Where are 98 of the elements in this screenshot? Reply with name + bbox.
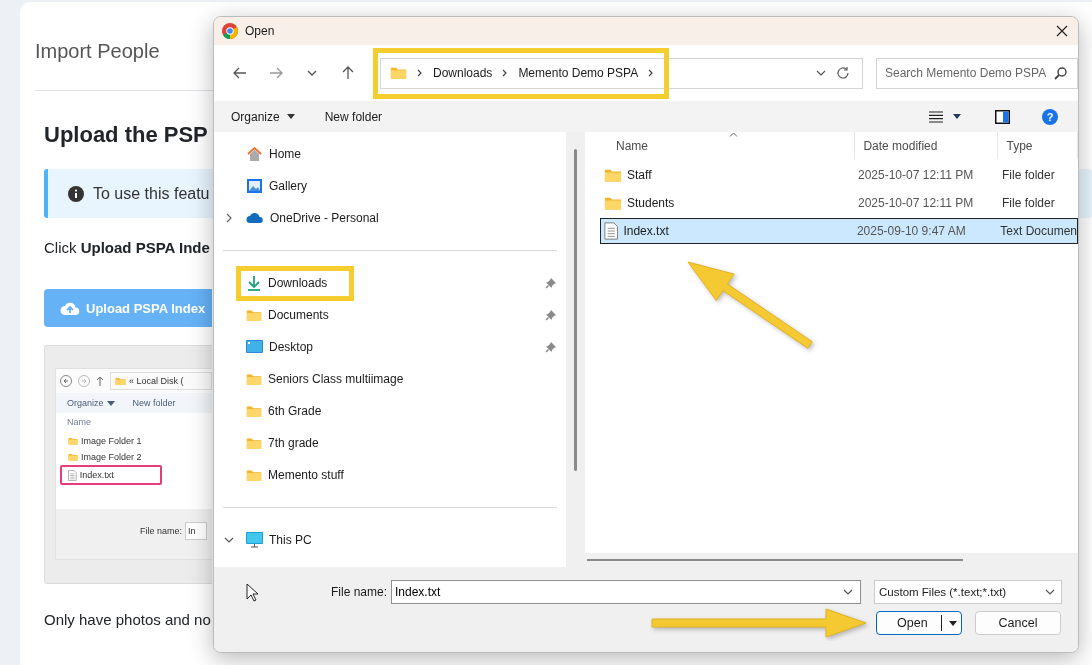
nav-item[interactable]: 7th grade — [246, 427, 319, 459]
column-header[interactable]: Type — [1006, 138, 1033, 153]
file-name-field[interactable]: Index.txt — [391, 580, 861, 604]
open-button[interactable]: Open — [876, 611, 962, 635]
info-icon — [68, 185, 84, 202]
forward-icon[interactable] — [267, 65, 284, 81]
scrollbar-thumb[interactable] — [574, 149, 577, 471]
cloud-icon — [246, 212, 264, 224]
close-icon[interactable] — [1056, 25, 1068, 37]
file-name-label: File name: — [140, 526, 183, 536]
text-file-icon — [604, 222, 619, 240]
file-type-dropdown[interactable]: Custom Files (*.text;*.txt) — [874, 580, 1062, 604]
toolbar-item[interactable]: Organize — [67, 398, 115, 408]
toolbar-button[interactable]: Organize — [231, 109, 295, 124]
nav-item[interactable]: Home — [246, 138, 301, 170]
nav-item[interactable]: This PC — [246, 524, 312, 556]
nav-item[interactable]: Downloads — [241, 270, 350, 296]
folder-icon — [115, 376, 126, 386]
caret-icon — [948, 620, 957, 626]
folder-icon — [246, 308, 262, 322]
browser-logo-icon — [222, 23, 238, 39]
back-icon[interactable] — [231, 65, 248, 81]
file-name: Index.txt — [623, 224, 669, 238]
dropdown-icon — [816, 68, 826, 78]
column-header[interactable]: Date modified — [863, 138, 938, 153]
caret-icon — [106, 400, 115, 406]
cancel-button[interactable]: Cancel — [975, 611, 1061, 635]
folder-icon — [68, 437, 78, 445]
help-icon[interactable]: ? — [1042, 108, 1058, 125]
column-header: Name — [66, 417, 92, 429]
breadcrumb-item[interactable]: Downloads — [433, 66, 493, 80]
caret-icon — [953, 114, 961, 119]
cloud-upload-icon — [60, 301, 80, 315]
notice-text: To use this featu — [93, 184, 210, 203]
column-header[interactable]: Name — [616, 138, 648, 153]
chevron-right-icon — [502, 69, 509, 77]
nav-item[interactable]: Desktop — [246, 331, 314, 363]
folder-icon — [604, 167, 622, 183]
file-type: File folder — [1002, 196, 1055, 210]
caret-icon — [286, 114, 295, 119]
sort-caret-icon — [729, 132, 738, 137]
file-item: Image Folder 1 — [60, 433, 148, 449]
nav-item[interactable]: Seniors Class multiimage — [246, 363, 404, 395]
desktop-icon — [246, 340, 263, 354]
breadcrumb-item[interactable]: Memento Demo PSPA — [518, 66, 639, 80]
folder-icon — [68, 453, 78, 461]
file-name-label: File name: — [329, 585, 387, 599]
instruction-text: Click Upload PSPA Inde — [44, 238, 210, 258]
download-icon — [246, 275, 262, 291]
chevron-down-icon — [1045, 587, 1055, 597]
home-icon — [246, 146, 263, 162]
cursor-icon — [246, 583, 258, 602]
file-type: File folder — [1002, 168, 1055, 182]
location-text: « Local Disk ( — [129, 376, 184, 386]
folder-icon — [246, 436, 262, 450]
footer-text: Only have photos and no — [44, 610, 211, 630]
file-date: 2025-10-07 12:11 PM — [858, 168, 975, 182]
text-file-icon — [68, 469, 77, 481]
file-item: Image Folder 2 — [60, 449, 148, 465]
window-title: Open — [245, 24, 275, 38]
file-name: Students — [627, 196, 675, 210]
folder-icon — [246, 372, 262, 386]
section-heading: Upload the PSP — [44, 121, 208, 149]
file-row[interactable]: Index.txt 2025-09-10 9:47 AM Text Documen — [600, 218, 1078, 244]
nav-item[interactable]: Gallery — [246, 170, 307, 202]
search-icon — [1054, 66, 1067, 80]
folder-icon — [604, 195, 622, 211]
monitor-icon — [246, 532, 263, 548]
file-type: Text Documen — [1000, 224, 1077, 238]
folder-icon — [246, 404, 262, 418]
nav-item[interactable]: Documents — [246, 299, 329, 331]
up-arrow-icon — [96, 376, 104, 386]
file-name: Staff — [627, 168, 652, 182]
folder-icon — [390, 66, 407, 80]
chevron-right-icon — [648, 69, 655, 77]
search-field[interactable]: Search Memento Demo PSPA — [876, 57, 1078, 89]
file-date: 2025-10-07 12:11 PM — [858, 196, 975, 210]
forward-icon — [78, 375, 90, 387]
back-icon — [60, 375, 72, 387]
view-list-icon[interactable] — [929, 110, 943, 123]
file-name-field[interactable]: In — [185, 522, 208, 540]
page-title: Import People — [35, 40, 160, 62]
toolbar-item[interactable]: New folder — [132, 398, 176, 408]
file-date: 2025-09-10 9:47 AM — [856, 224, 967, 238]
refresh-icon[interactable] — [836, 66, 850, 80]
file-row[interactable]: Students 2025-10-07 12:11 PM File folder — [600, 190, 1078, 216]
chevron-down-icon — [843, 587, 853, 597]
nav-item[interactable]: Memento stuff — [246, 459, 344, 491]
scrollbar-thumb[interactable] — [587, 559, 963, 561]
nav-item[interactable]: OneDrive - Personal — [246, 202, 379, 234]
chevron-right-icon — [417, 69, 423, 77]
file-row[interactable]: Staff 2025-10-07 12:11 PM File folder — [600, 162, 1078, 188]
toolbar-button[interactable]: New folder — [324, 109, 383, 124]
folder-icon — [246, 468, 262, 482]
nav-item[interactable]: 6th Grade — [246, 395, 322, 427]
gallery-icon — [246, 178, 263, 194]
preview-pane-icon[interactable] — [995, 109, 1010, 124]
file-item: Index.txt — [60, 465, 162, 485]
